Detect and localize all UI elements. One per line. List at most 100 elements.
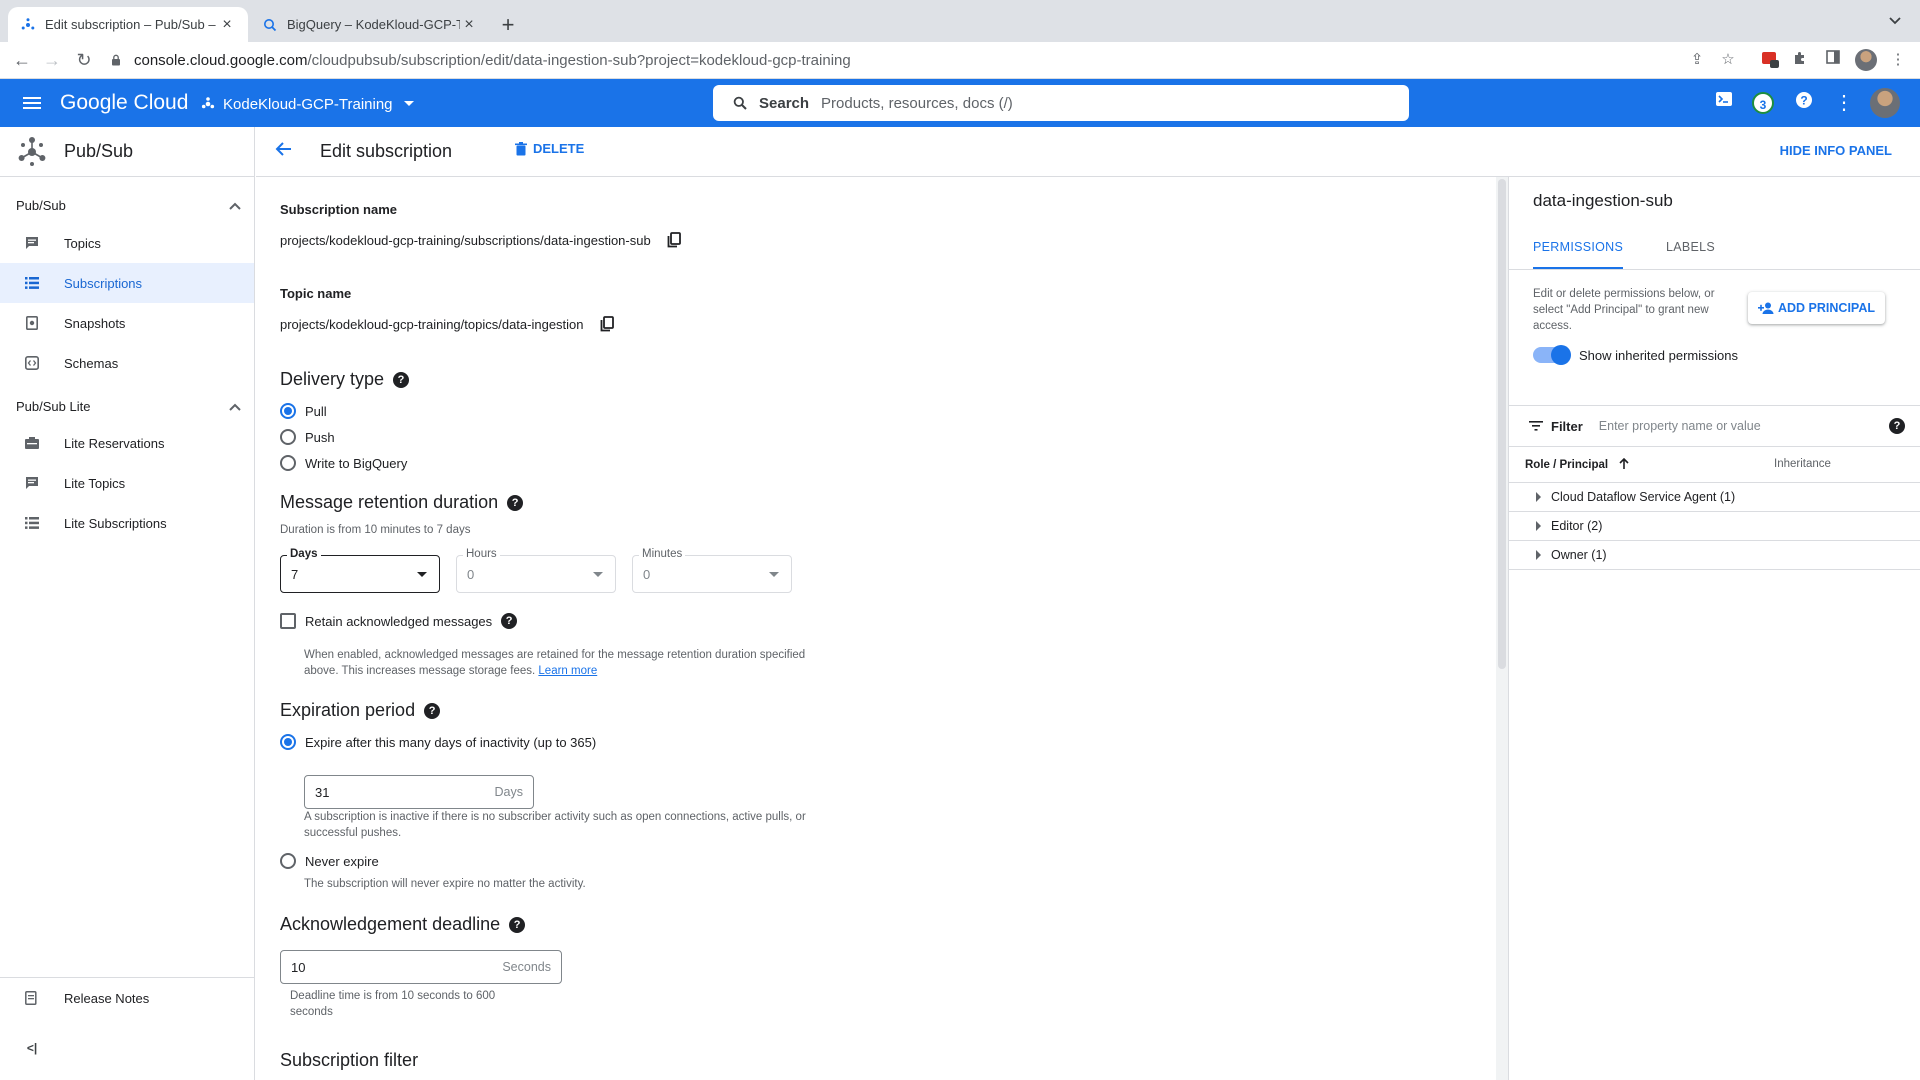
show-inherited-toggle[interactable]: [1533, 345, 1571, 365]
delete-button[interactable]: DELETE: [515, 141, 584, 156]
help-icon[interactable]: ?: [507, 494, 524, 511]
notifications-badge[interactable]: 3: [1752, 92, 1774, 114]
tab-labels[interactable]: LABELS: [1666, 225, 1715, 269]
close-tab-icon[interactable]: ×: [218, 16, 236, 34]
sidebar-item-label: Release Notes: [64, 990, 150, 1006]
more-options-icon[interactable]: ⋮: [1832, 91, 1856, 115]
section-pubsub-lite-header[interactable]: Pub/Sub Lite: [16, 399, 241, 414]
collapse-sidebar-button[interactable]: <|: [0, 1028, 254, 1068]
radio-button[interactable]: [280, 853, 296, 869]
radio-button[interactable]: [280, 403, 296, 419]
search-placeholder: Products, resources, docs (/): [821, 94, 1013, 112]
scrollbar-thumb[interactable]: [1498, 179, 1506, 669]
expand-triangle-icon[interactable]: [1536, 521, 1541, 531]
help-icon[interactable]: ?: [424, 702, 441, 719]
learn-more-link[interactable]: Learn more: [538, 665, 597, 677]
add-principal-button[interactable]: ADD PRINCIPAL: [1748, 292, 1885, 324]
expand-triangle-icon[interactable]: [1536, 492, 1541, 502]
sidebar-item-label: Snapshots: [64, 315, 126, 331]
subscription-filter-heading: Subscription filter: [280, 1050, 419, 1070]
copy-icon[interactable]: [600, 316, 614, 332]
section-pubsub-header[interactable]: Pub/Sub: [16, 198, 241, 213]
help-icon[interactable]: ?: [509, 916, 526, 933]
sort-arrow-up-icon: [1619, 457, 1629, 469]
sidebar-item-subscriptions[interactable]: Subscriptions: [0, 263, 254, 303]
minutes-select[interactable]: Minutes 0: [632, 548, 792, 593]
delete-label: DELETE: [533, 141, 585, 156]
message-icon: [24, 235, 40, 251]
col-role-header[interactable]: Role / Principal: [1525, 457, 1629, 471]
radio-button[interactable]: [280, 429, 296, 445]
delivery-pull-radio[interactable]: Pull: [280, 403, 327, 419]
browser-address-bar: ← → ↻ console.cloud.google.com/cloudpubs…: [0, 42, 1920, 79]
never-expire-radio[interactable]: Never expire: [280, 853, 379, 869]
cloud-shell-icon[interactable]: [1712, 91, 1736, 115]
console-top-bar: Google Cloud KodeKloud-GCP-Training Sear…: [0, 79, 1920, 127]
show-inherited-toggle-row[interactable]: Show inherited permissions: [1533, 345, 1738, 365]
project-picker[interactable]: KodeKloud-GCP-Training: [200, 91, 415, 117]
sidebar-item-schemas[interactable]: Schemas: [0, 343, 254, 383]
hamburger-menu-icon[interactable]: [20, 91, 44, 115]
expiration-days-input[interactable]: 31 Days: [304, 775, 534, 809]
sidebar-item-topics[interactable]: Topics: [0, 223, 254, 263]
section-label: Pub/Sub Lite: [16, 399, 91, 414]
form-scrollbar[interactable]: [1496, 177, 1508, 1080]
hours-select[interactable]: Hours 0: [456, 548, 616, 593]
close-tab-icon[interactable]: ×: [460, 16, 478, 34]
expand-triangle-icon[interactable]: [1536, 550, 1541, 560]
ack-hint: Deadline time is from 10 seconds to 600 …: [290, 990, 496, 1018]
extension-badge-icon[interactable]: [1760, 50, 1780, 70]
ack-title: Acknowledgement deadline: [280, 914, 501, 934]
share-icon[interactable]: ⇪: [1687, 50, 1707, 70]
help-icon[interactable]: ?: [501, 613, 518, 629]
radio-label: Pull: [305, 403, 327, 419]
extensions-puzzle-icon[interactable]: [1790, 50, 1810, 70]
back-arrow-icon[interactable]: ←: [10, 48, 34, 72]
browser-tab-bigquery[interactable]: BigQuery – KodeKloud-GCP-Tr ×: [250, 7, 490, 42]
back-arrow-icon[interactable]: [272, 140, 296, 164]
permission-row[interactable]: Editor (2): [1509, 512, 1920, 541]
retain-acked-checkbox-row[interactable]: Retain acknowledged messages ?: [280, 613, 518, 629]
expiration-heading: Expiration period ?: [280, 700, 441, 721]
help-icon[interactable]: ?: [1792, 91, 1816, 115]
message-retention-heading: Message retention duration ?: [280, 492, 524, 513]
retain-acked-checkbox[interactable]: [280, 613, 296, 629]
sidebar-item-lite-reservations[interactable]: Lite Reservations: [0, 423, 254, 463]
sidebar-item-lite-subscriptions[interactable]: Lite Subscriptions: [0, 503, 254, 543]
url-field[interactable]: console.cloud.google.com/cloudpubsub/sub…: [110, 45, 1710, 75]
col-inheritance-header: Inheritance: [1774, 458, 1831, 470]
tab-permissions[interactable]: PERMISSIONS: [1533, 225, 1624, 269]
expiration-days-suffix: Days: [494, 785, 523, 799]
reload-icon[interactable]: ↻: [72, 48, 96, 72]
days-select[interactable]: Days 7: [280, 548, 440, 593]
side-panel-icon[interactable]: [1823, 50, 1843, 70]
release-notes-icon: [24, 990, 40, 1006]
new-tab-button[interactable]: +: [494, 12, 522, 40]
delivery-bigquery-radio[interactable]: Write to BigQuery: [280, 455, 407, 471]
profile-avatar[interactable]: [1855, 49, 1877, 71]
retain-hint: When enabled, acknowledged messages are …: [304, 647, 824, 679]
permission-row[interactable]: Cloud Dataflow Service Agent (1): [1509, 483, 1920, 512]
sidebar-item-release-notes[interactable]: Release Notes: [0, 978, 254, 1018]
console-search-input[interactable]: Search Products, resources, docs (/): [713, 85, 1409, 121]
permissions-filter[interactable]: Filter Enter property name or value ?: [1509, 405, 1920, 447]
ack-deadline-input[interactable]: 10 Seconds: [280, 950, 562, 984]
tab-search-chevron-icon[interactable]: [1888, 13, 1908, 33]
bookmark-star-icon[interactable]: ☆: [1718, 50, 1738, 70]
delivery-push-radio[interactable]: Push: [280, 429, 335, 445]
sidebar-item-snapshots[interactable]: Snapshots: [0, 303, 254, 343]
browser-menu-icon[interactable]: ⋮: [1888, 50, 1908, 70]
help-icon[interactable]: ?: [1889, 418, 1905, 434]
radio-button[interactable]: [280, 455, 296, 471]
copy-icon[interactable]: [667, 232, 681, 248]
expire-after-radio[interactable]: Expire after this many days of inactivit…: [280, 734, 596, 750]
account-avatar[interactable]: [1870, 88, 1900, 118]
help-icon[interactable]: ?: [393, 371, 410, 388]
hide-info-panel-button[interactable]: HIDE INFO PANEL: [1780, 143, 1892, 158]
permission-row[interactable]: Owner (1): [1509, 541, 1920, 570]
forward-arrow-icon[interactable]: →: [40, 48, 64, 72]
browser-tab-pubsub[interactable]: Edit subscription – Pub/Sub – K ×: [8, 7, 248, 42]
sidebar-item-lite-topics[interactable]: Lite Topics: [0, 463, 254, 503]
google-cloud-logo[interactable]: Google Cloud: [60, 91, 188, 115]
radio-button[interactable]: [280, 734, 296, 750]
